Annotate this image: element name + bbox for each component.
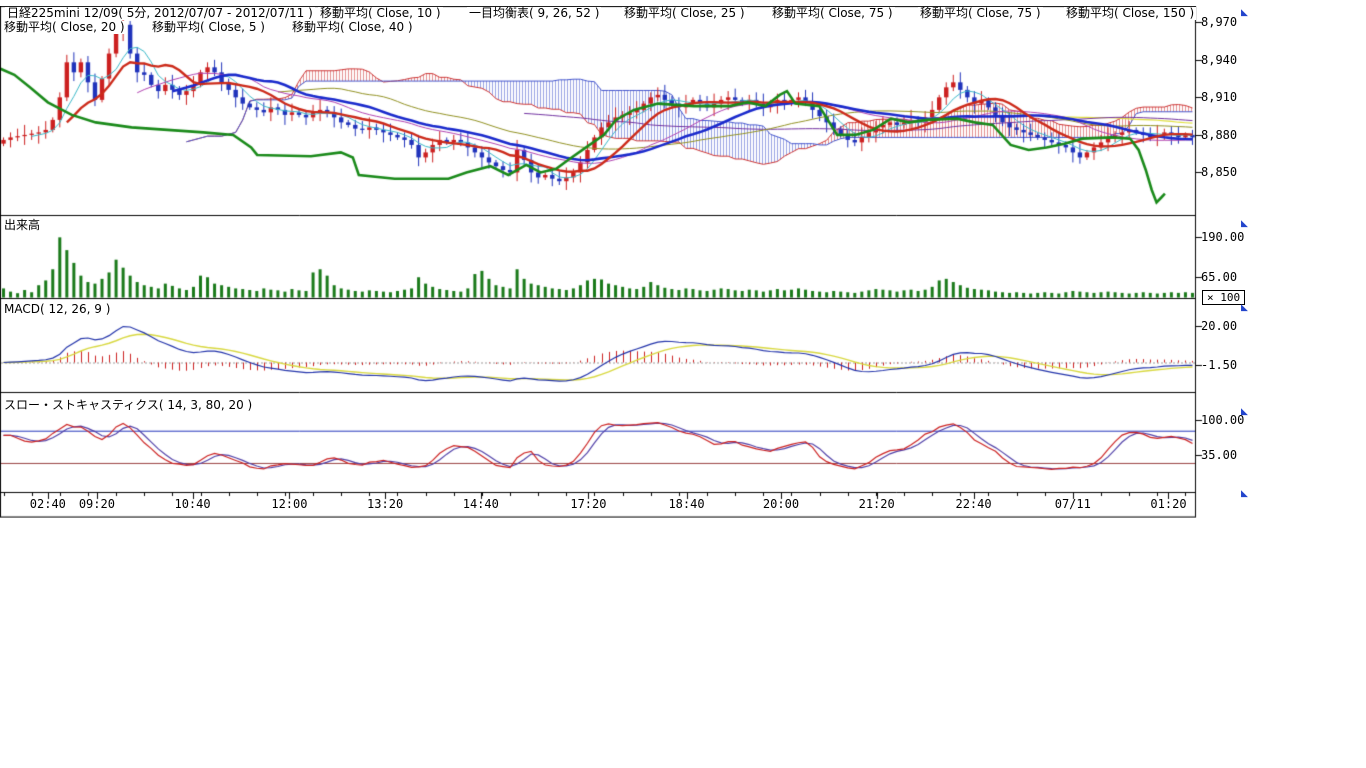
legend-indicator: 移動平均( Close, 150 ) <box>1064 7 1196 20</box>
macd-pane-label: MACD( 12, 26, 9 ) <box>2 302 112 316</box>
chart-title: 日経225mini 12/09( 5分, 2012/07/07 - 2012/0… <box>5 7 315 20</box>
time-axis-label: 09:20 <box>75 497 119 511</box>
price-tick-label: 8,910 <box>1201 90 1237 104</box>
stoch-tick-label: 100.00 <box>1201 413 1244 427</box>
time-axis-label: 14:40 <box>459 497 503 511</box>
time-axis-label: 07/11 <box>1051 497 1095 511</box>
time-axis-label: 18:40 <box>665 497 709 511</box>
legend-indicator: 移動平均( Close, 75 ) <box>770 7 895 20</box>
time-axis-label: 01:20 <box>1146 497 1190 511</box>
macd-tick-label: -1.50 <box>1201 358 1237 372</box>
time-axis-label: 02:40 <box>26 497 70 511</box>
stoch-pane-label: スロー・ストキャスティクス( 14, 3, 80, 20 ) <box>2 396 254 413</box>
volume-pane-label: 出来高 <box>2 216 42 233</box>
legend-indicator: 移動平均( Close, 75 ) <box>918 7 1043 20</box>
legend-indicator: 移動平均( Close, 5 ) <box>150 21 267 34</box>
price-tick-label: 8,880 <box>1201 128 1237 142</box>
time-axis-label: 20:00 <box>759 497 803 511</box>
legend-indicator: 移動平均( Close, 20 ) <box>2 21 127 34</box>
time-axis-label: 12:00 <box>267 497 311 511</box>
pane-scroll-icon[interactable]: ◣ <box>1241 489 1251 499</box>
pane-scroll-icon[interactable]: ◣ <box>1241 219 1251 229</box>
legend-indicator: 移動平均( Close, 40 ) <box>290 21 415 34</box>
volume-tick-label: 190.00 <box>1201 230 1244 244</box>
pane-scroll-icon[interactable]: ◣ <box>1241 303 1251 313</box>
time-axis-label: 10:40 <box>171 497 215 511</box>
legend-indicator: 一目均衡表( 9, 26, 52 ) <box>467 7 601 20</box>
price-tick-label: 8,970 <box>1201 15 1237 29</box>
stoch-tick-label: 35.00 <box>1201 448 1237 462</box>
price-tick-label: 8,940 <box>1201 53 1237 67</box>
time-axis-label: 13:20 <box>363 497 407 511</box>
price-tick-label: 8,850 <box>1201 165 1237 179</box>
legend-indicator: 移動平均( Close, 10 ) <box>318 7 443 20</box>
time-axis-label: 22:40 <box>952 497 996 511</box>
volume-multiplier-badge: × 100 <box>1202 290 1245 305</box>
pane-scroll-icon[interactable]: ◣ <box>1241 407 1251 417</box>
macd-tick-label: 20.00 <box>1201 319 1237 333</box>
time-axis-label: 17:20 <box>566 497 610 511</box>
chart-window: 出来高 MACD( 12, 26, 9 ) スロー・ストキャスティクス( 14,… <box>0 0 1366 768</box>
legend-indicator: 移動平均( Close, 25 ) <box>622 7 747 20</box>
volume-tick-label: 65.00 <box>1201 270 1237 284</box>
pane-scroll-icon[interactable]: ◣ <box>1241 8 1251 18</box>
time-axis-label: 21:20 <box>855 497 899 511</box>
price-chart-canvas[interactable] <box>0 6 1210 518</box>
